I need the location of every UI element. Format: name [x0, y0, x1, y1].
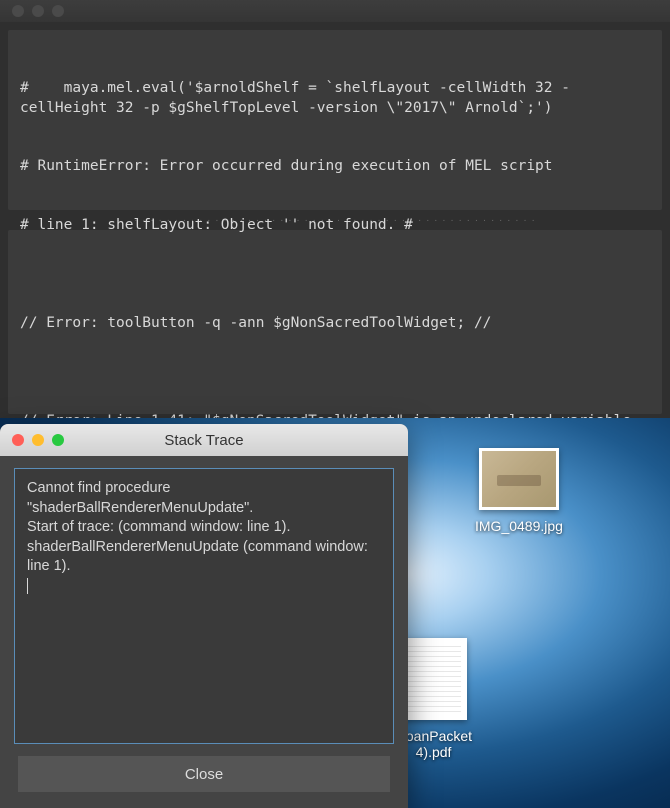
main-titlebar[interactable] [0, 0, 670, 22]
minimize-icon[interactable] [32, 5, 44, 17]
text-cursor [27, 578, 28, 594]
zoom-icon[interactable] [52, 5, 64, 17]
console-output[interactable]: # maya.mel.eval('$arnoldShelf = `shelfLa… [8, 30, 662, 210]
image-thumbnail-icon [479, 448, 559, 510]
desktop-file-image[interactable]: IMG_0489.jpg [475, 448, 563, 534]
script-editor-window: # maya.mel.eval('$arnoldShelf = `shelfLa… [0, 0, 670, 418]
dialog-body: Cannot find procedure "shaderBallRendere… [0, 456, 408, 808]
zoom-icon[interactable] [52, 434, 64, 446]
close-icon[interactable] [12, 434, 24, 446]
pdf-thumbnail-icon [401, 638, 467, 720]
close-button[interactable]: Close [18, 756, 390, 792]
file-label: IMG_0489.jpg [475, 518, 563, 534]
dialog-title: Stack Trace [164, 432, 243, 449]
stack-trace-dialog: Stack Trace Cannot find procedure "shade… [0, 424, 408, 808]
stack-trace-text[interactable]: Cannot find procedure "shaderBallRendere… [14, 468, 394, 744]
dialog-titlebar[interactable]: Stack Trace [0, 424, 408, 456]
console-line: # maya.mel.eval('$arnoldShelf = `shelfLa… [20, 79, 650, 118]
minimize-icon[interactable] [32, 434, 44, 446]
close-icon[interactable] [12, 5, 24, 17]
console-line: # RuntimeError: Error occurred during ex… [20, 157, 650, 177]
